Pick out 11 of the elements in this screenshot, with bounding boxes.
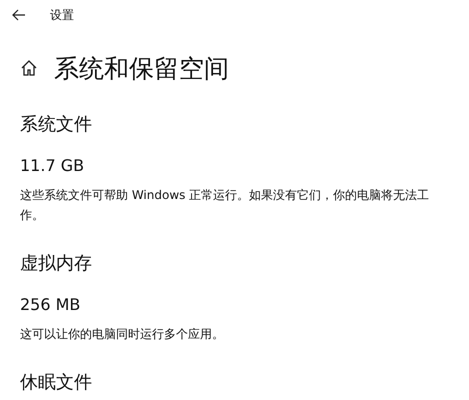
home-icon[interactable] <box>20 59 38 77</box>
section-description: 这可以让你的电脑同时运行多个应用。 <box>20 326 225 343</box>
back-icon[interactable] <box>12 9 26 21</box>
section-description: 这些系统文件可帮助 Windows 正常运行。如果没有它们，你的电脑将无法工作。 <box>20 187 430 224</box>
section-heading: 休眠文件 <box>20 371 92 394</box>
size-value: 11.7 GB <box>20 156 84 175</box>
page-title: 系统和保留空间 <box>54 52 229 84</box>
section-heading: 系统文件 <box>20 113 92 136</box>
section-heading: 虚拟内存 <box>20 252 92 275</box>
window-title: 设置 <box>50 6 74 24</box>
size-value: 256 MB <box>20 295 80 314</box>
